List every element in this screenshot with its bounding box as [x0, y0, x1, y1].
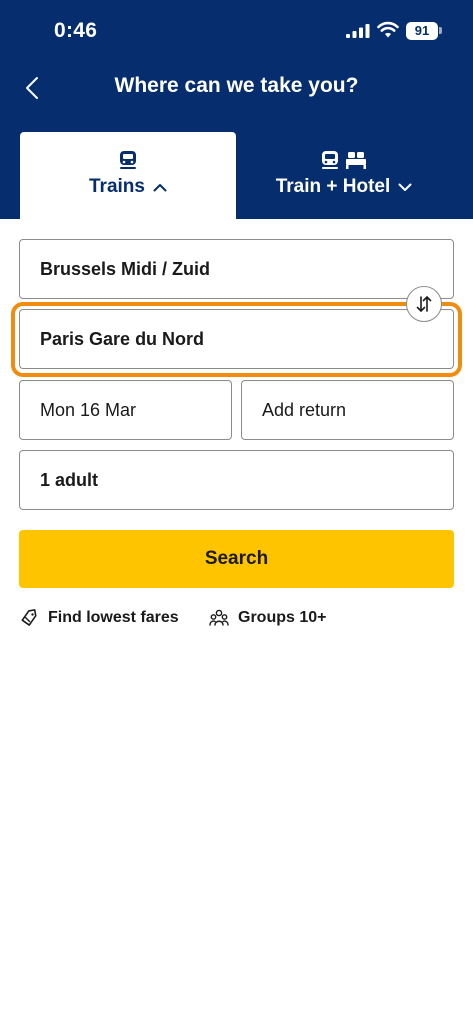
outbound-date-value: Mon 16 Mar — [40, 399, 137, 420]
chevron-down-icon — [398, 183, 412, 191]
return-date-placeholder: Add return — [262, 399, 347, 420]
bed-icon — [346, 152, 366, 169]
passengers-value: 1 adult — [40, 469, 99, 490]
battery-tip — [439, 27, 442, 34]
page-title: Where can we take you? — [114, 74, 359, 97]
tab-trains-label: Trains — [89, 176, 145, 197]
group-icon — [209, 609, 229, 626]
origin-value: Brussels Midi / Zuid — [40, 258, 211, 279]
tab-train-hotel-label: Train + Hotel — [275, 176, 391, 197]
chevron-up-icon — [153, 183, 167, 191]
destination-value: Paris Gare du Nord — [40, 328, 205, 349]
groups-label: Groups 10+ — [238, 609, 327, 626]
battery-icon: 91 — [406, 22, 438, 40]
chevron-left-icon — [26, 77, 38, 99]
find-lowest-fares-link[interactable]: Find lowest fares — [19, 605, 179, 631]
ticket-tag-icon — [21, 609, 37, 626]
back-button[interactable] — [14, 70, 50, 106]
return-date-field[interactable]: Add return — [241, 380, 454, 440]
tab-trains[interactable]: Trains — [20, 132, 236, 219]
status-bar: 0:46 91 — [0, 0, 473, 60]
signal-icon — [346, 24, 370, 38]
passengers-field[interactable]: 1 adult — [19, 450, 454, 510]
groups-link[interactable]: Groups 10+ — [209, 605, 326, 631]
swap-vertical-icon — [416, 296, 432, 312]
header-bar: 0:46 91 Where can we take you? Trains Tr… — [0, 0, 473, 219]
origin-field[interactable]: Brussels Midi / Zuid — [19, 239, 454, 299]
battery-level: 91 — [414, 23, 430, 38]
train-icon — [322, 151, 338, 169]
wifi-icon — [377, 21, 399, 38]
train-icon — [120, 151, 136, 169]
search-button[interactable]: Search — [19, 530, 454, 588]
find-lowest-fares-label: Find lowest fares — [48, 609, 179, 626]
status-time: 0:46 — [54, 19, 98, 42]
tab-train-hotel[interactable]: Train + Hotel — [236, 132, 452, 219]
outbound-date-field[interactable]: Mon 16 Mar — [19, 380, 232, 440]
destination-field[interactable]: Paris Gare du Nord — [19, 309, 454, 369]
swap-stations-button[interactable] — [406, 286, 442, 322]
